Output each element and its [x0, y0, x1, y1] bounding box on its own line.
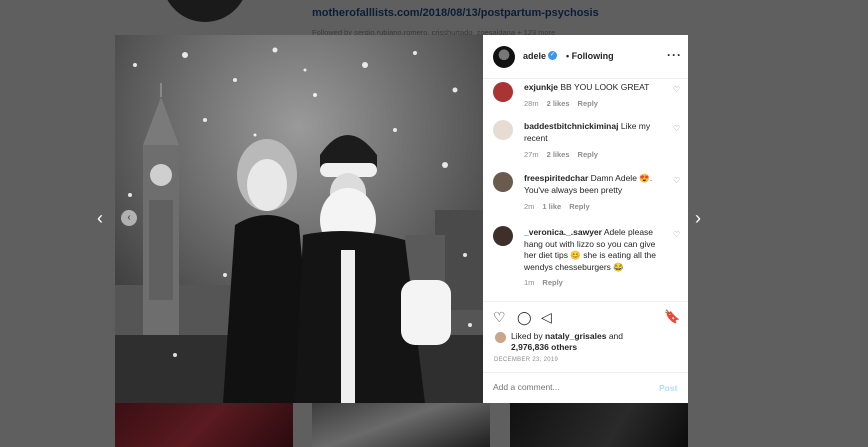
comment-body: BB YOU LOOK GREAT	[558, 82, 650, 92]
verified-badge-icon: ✓	[548, 51, 557, 60]
comments-list[interactable]: exjunkje BB YOU LOOK GREAT 28m 2 likes Rep…	[483, 79, 688, 301]
author-avatar[interactable]	[493, 46, 515, 68]
post-photo[interactable]	[115, 35, 483, 403]
post-panel: adele ✓ • Following ··· exjunkje BB YOU …	[483, 35, 688, 403]
comment-text: exjunkje BB YOU LOOK GREAT	[524, 82, 667, 94]
like-comment-icon[interactable]: ♡	[673, 230, 680, 239]
comment-meta: 2m 1 like Reply	[524, 202, 598, 211]
comment-meta: 1m Reply	[524, 278, 571, 287]
like-comment-icon[interactable]: ♡	[673, 85, 680, 94]
comment-text: baddestbitchnickiminaj Like my recent	[524, 121, 667, 144]
comment-likes[interactable]: 2 likes	[547, 150, 570, 159]
previous-post-arrow-icon[interactable]: ‹	[97, 208, 103, 228]
save-bookmark-icon[interactable]: 🔖	[664, 309, 680, 325]
commenter-avatar[interactable]	[493, 82, 513, 102]
liked-by-username[interactable]: nataly_grisales	[545, 331, 606, 341]
commenter-username[interactable]: freespiritedchar	[524, 173, 588, 183]
add-comment-bar: Post	[483, 372, 688, 403]
like-comment-icon[interactable]: ♡	[673, 176, 680, 185]
post-photo-image	[115, 35, 483, 403]
grid-thumbnail[interactable]	[510, 403, 688, 447]
next-post-arrow-icon[interactable]: ›	[695, 208, 701, 228]
author-username[interactable]: adele	[523, 51, 546, 61]
comment-meta: 27m 2 likes Reply	[524, 150, 606, 159]
grid-thumbnail[interactable]	[312, 403, 490, 447]
following-status[interactable]: • Following	[566, 51, 614, 61]
comment-time[interactable]: 1m	[524, 278, 534, 287]
comment-time[interactable]: 27m	[524, 150, 539, 159]
comment-text: _veronica._.sawyer Adele please hang out…	[524, 227, 667, 273]
commenter-username[interactable]: _veronica._.sawyer	[524, 227, 602, 237]
commenter-username[interactable]: exjunkje	[524, 82, 558, 92]
commenter-username[interactable]: baddestbitchnickiminaj	[524, 121, 618, 131]
like-heart-icon[interactable]: ♡	[493, 309, 506, 326]
comment-meta: 28m 2 likes Reply	[524, 99, 606, 108]
liker-avatar[interactable]	[495, 332, 506, 343]
comment-text: freespiritedchar Damn Adele 😍. You've al…	[524, 173, 667, 196]
liked-by-prefix: Liked by	[511, 331, 546, 341]
comment-input[interactable]	[493, 382, 643, 392]
profile-avatar	[162, 0, 248, 22]
commenter-avatar[interactable]	[493, 172, 513, 192]
comment-likes[interactable]: 1 like	[542, 202, 561, 211]
reply-button[interactable]: Reply	[569, 202, 589, 211]
photo-previous-icon[interactable]: ‹	[121, 210, 137, 226]
like-comment-icon[interactable]: ♡	[673, 124, 680, 133]
grid-thumbnail[interactable]	[115, 403, 293, 447]
reply-button[interactable]: Reply	[542, 278, 562, 287]
liked-by-text: Liked by nataly_grisales and 2,976,836 ot…	[511, 331, 681, 353]
post-header: adele ✓ • Following ···	[483, 35, 688, 79]
more-options-icon[interactable]: ···	[667, 48, 682, 62]
reply-button[interactable]: Reply	[578, 150, 598, 159]
likes-count[interactable]: 2,976,836 others	[511, 342, 577, 352]
reply-button[interactable]: Reply	[578, 99, 598, 108]
post-comment-button[interactable]: Post	[659, 383, 677, 393]
comment-time[interactable]: 2m	[524, 202, 534, 211]
comment-likes[interactable]: 2 likes	[547, 99, 570, 108]
comment-bubble-icon[interactable]: ◯	[517, 310, 532, 326]
share-paper-plane-icon[interactable]: ◁	[541, 309, 552, 326]
commenter-avatar[interactable]	[493, 120, 513, 140]
comment-time[interactable]: 28m	[524, 99, 539, 108]
profile-link[interactable]: motherofalllists.com/2018/08/13/postpart…	[312, 7, 599, 19]
liked-by-and: and	[606, 331, 624, 341]
post-date: DECEMBER 23, 2019	[494, 357, 559, 363]
commenter-avatar[interactable]	[493, 226, 513, 246]
